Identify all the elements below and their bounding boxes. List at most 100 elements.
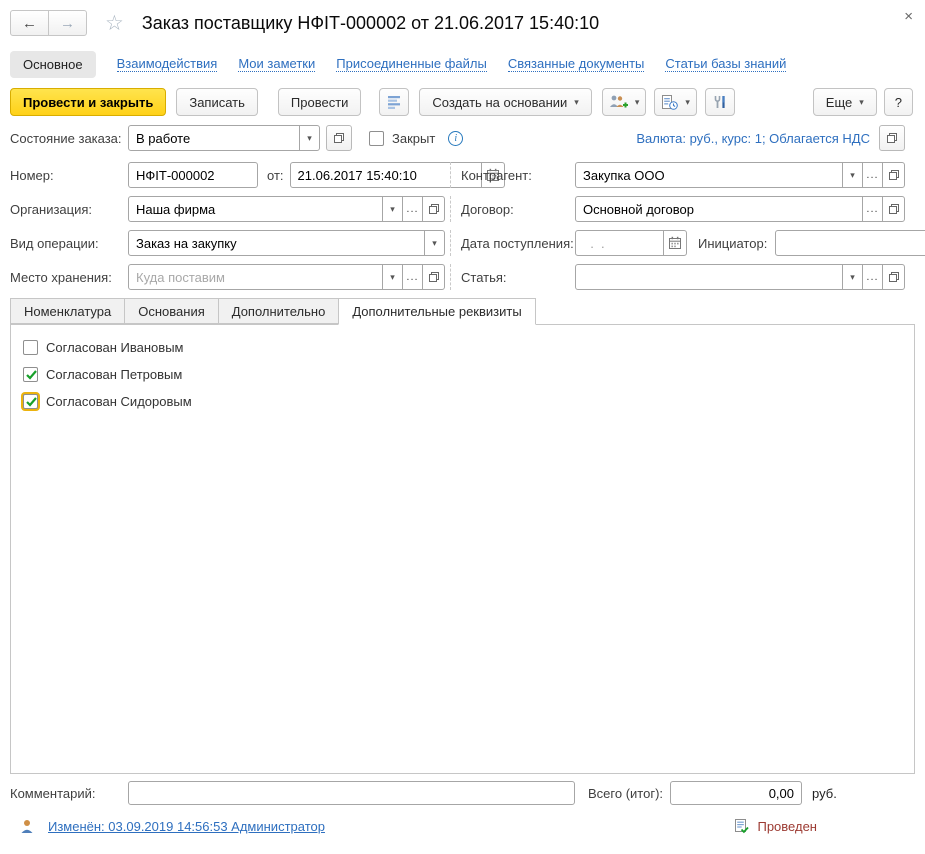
favorite-star-icon[interactable]: ☆ xyxy=(105,11,124,36)
approval-label: Согласован Петровым xyxy=(46,367,182,382)
contract-open-button[interactable] xyxy=(882,196,905,222)
additional-attributes-panel: Согласован Ивановым Согласован Петровым … xyxy=(10,324,915,774)
counterparty-open-button[interactable] xyxy=(882,162,905,188)
report-button[interactable] xyxy=(379,88,409,116)
counterparty-choose-button[interactable]: ... xyxy=(862,162,883,188)
article-dropdown-button[interactable]: ▾ xyxy=(842,264,863,290)
post-and-close-button[interactable]: Провести и закрыть xyxy=(10,88,166,116)
tab-attached-files[interactable]: Присоединенные файлы xyxy=(336,56,487,72)
organization-dropdown-button[interactable]: ▾ xyxy=(382,196,403,222)
title-bar: ← → ☆ Заказ поставщику НФІТ-000002 от 21… xyxy=(0,0,925,46)
chevron-down-icon: ▾ xyxy=(859,97,864,108)
operation-kind-input[interactable] xyxy=(128,230,425,256)
storage-place-choose-button[interactable]: ... xyxy=(402,264,423,290)
user-icon xyxy=(20,819,34,834)
receipt-date-input[interactable] xyxy=(575,230,664,256)
receipt-date-picker-button[interactable] xyxy=(663,230,687,256)
tab-knowledge-base[interactable]: Статьи базы знаний xyxy=(665,56,786,72)
create-based-on-button[interactable]: Создать на основании ▾ xyxy=(419,88,591,116)
report-icon xyxy=(386,94,402,110)
order-status-input[interactable] xyxy=(128,125,300,151)
contract-input[interactable] xyxy=(575,196,863,222)
approval-row: Согласован Сидоровым xyxy=(23,388,914,415)
ellipsis-icon: ... xyxy=(866,205,878,213)
tab-nomenclature[interactable]: Номенклатура xyxy=(10,298,125,324)
initiator-label: Инициатор: xyxy=(698,236,767,251)
number-input[interactable] xyxy=(128,162,258,188)
tab-my-notes[interactable]: Мои заметки xyxy=(238,56,315,72)
tools-icon xyxy=(712,94,728,110)
approved-ivanov-checkbox[interactable] xyxy=(23,340,38,355)
storage-place-field-group: ▾ ... xyxy=(128,264,445,290)
create-task-button[interactable]: ▾ xyxy=(654,88,697,116)
operation-kind-field-group: ▾ xyxy=(128,230,445,256)
chevron-down-icon: ▾ xyxy=(432,238,437,249)
order-status-dropdown-button[interactable]: ▾ xyxy=(299,125,320,151)
open-icon xyxy=(333,132,345,144)
open-icon xyxy=(428,203,440,215)
contract-label: Договор: xyxy=(451,202,575,217)
organization-open-button[interactable] xyxy=(422,196,445,222)
article-choose-button[interactable]: ... xyxy=(862,264,883,290)
initiator-input[interactable] xyxy=(775,230,925,256)
order-status-row: Состояние заказа: ▾ Закрыт i Валюта: руб… xyxy=(10,122,905,154)
order-status-field-group: ▾ xyxy=(128,125,320,151)
open-icon xyxy=(888,271,900,283)
check-icon xyxy=(24,367,39,382)
currency-open-button[interactable] xyxy=(879,125,905,151)
form-row-storage: Место хранения: ▾ ... Статья: ▾ ... xyxy=(10,264,905,290)
organization-input[interactable] xyxy=(128,196,383,222)
storage-place-open-button[interactable] xyxy=(422,264,445,290)
article-input[interactable] xyxy=(575,264,843,290)
ellipsis-icon: ... xyxy=(406,205,418,213)
change-form-button[interactable] xyxy=(705,88,735,116)
close-icon[interactable]: × xyxy=(904,8,913,25)
currency-link[interactable]: Валюта: руб., курс: 1; Облагается НДС xyxy=(636,131,870,146)
approved-petrov-checkbox[interactable] xyxy=(23,367,38,382)
counterparty-dropdown-button[interactable]: ▾ xyxy=(842,162,863,188)
closed-checkbox[interactable] xyxy=(369,131,384,146)
operation-kind-label: Вид операции: xyxy=(10,236,128,251)
receipt-date-label: Дата поступления: xyxy=(451,236,575,251)
tab-grounds[interactable]: Основания xyxy=(124,298,219,324)
article-field-group: ▾ ... xyxy=(575,264,905,290)
article-open-button[interactable] xyxy=(882,264,905,290)
check-icon xyxy=(24,394,39,409)
tab-additional[interactable]: Дополнительно xyxy=(218,298,340,324)
post-button[interactable]: Провести xyxy=(278,88,362,116)
open-icon xyxy=(886,132,898,144)
write-button[interactable]: Записать xyxy=(176,88,258,116)
tab-main[interactable]: Основное xyxy=(10,51,96,78)
posted-document-icon xyxy=(733,818,749,834)
modified-link[interactable]: Изменён: 03.09.2019 14:56:53 Администрат… xyxy=(48,819,325,834)
forward-button[interactable]: → xyxy=(48,10,87,36)
approved-sidorov-checkbox[interactable] xyxy=(23,394,38,409)
receipt-date-field-group xyxy=(575,230,687,256)
chevron-down-icon: ▾ xyxy=(390,204,395,215)
arrow-left-icon: ← xyxy=(22,15,37,32)
total-input[interactable] xyxy=(670,781,802,805)
back-button[interactable]: ← xyxy=(10,10,49,36)
more-button[interactable]: Еще ▾ xyxy=(813,88,877,116)
contract-choose-button[interactable]: ... xyxy=(862,196,883,222)
operation-kind-dropdown-button[interactable]: ▾ xyxy=(424,230,445,256)
contract-field-group: ... xyxy=(575,196,905,222)
tab-interactions[interactable]: Взаимодействия xyxy=(117,56,218,72)
info-icon[interactable]: i xyxy=(448,131,463,146)
assign-performer-button[interactable]: ▾ xyxy=(602,88,647,116)
counterparty-input[interactable] xyxy=(575,162,843,188)
storage-place-dropdown-button[interactable]: ▾ xyxy=(382,264,403,290)
comment-label: Комментарий: xyxy=(10,786,128,801)
organization-choose-button[interactable]: ... xyxy=(402,196,423,222)
storage-place-input[interactable] xyxy=(128,264,383,290)
tab-related-documents[interactable]: Связанные документы xyxy=(508,56,645,72)
counterparty-field-group: ▾ ... xyxy=(575,162,905,188)
help-button[interactable]: ? xyxy=(884,88,913,116)
comment-input[interactable] xyxy=(128,781,575,805)
order-status-open-button[interactable] xyxy=(326,125,352,151)
page-title: Заказ поставщику НФІТ-000002 от 21.06.20… xyxy=(142,13,599,34)
chevron-down-icon: ▾ xyxy=(390,272,395,283)
comment-total-row: Комментарий: Всего (итог): руб. xyxy=(10,780,905,806)
initiator-field-group: ... xyxy=(775,230,925,256)
tab-additional-attributes[interactable]: Дополнительные реквизиты xyxy=(338,298,535,325)
